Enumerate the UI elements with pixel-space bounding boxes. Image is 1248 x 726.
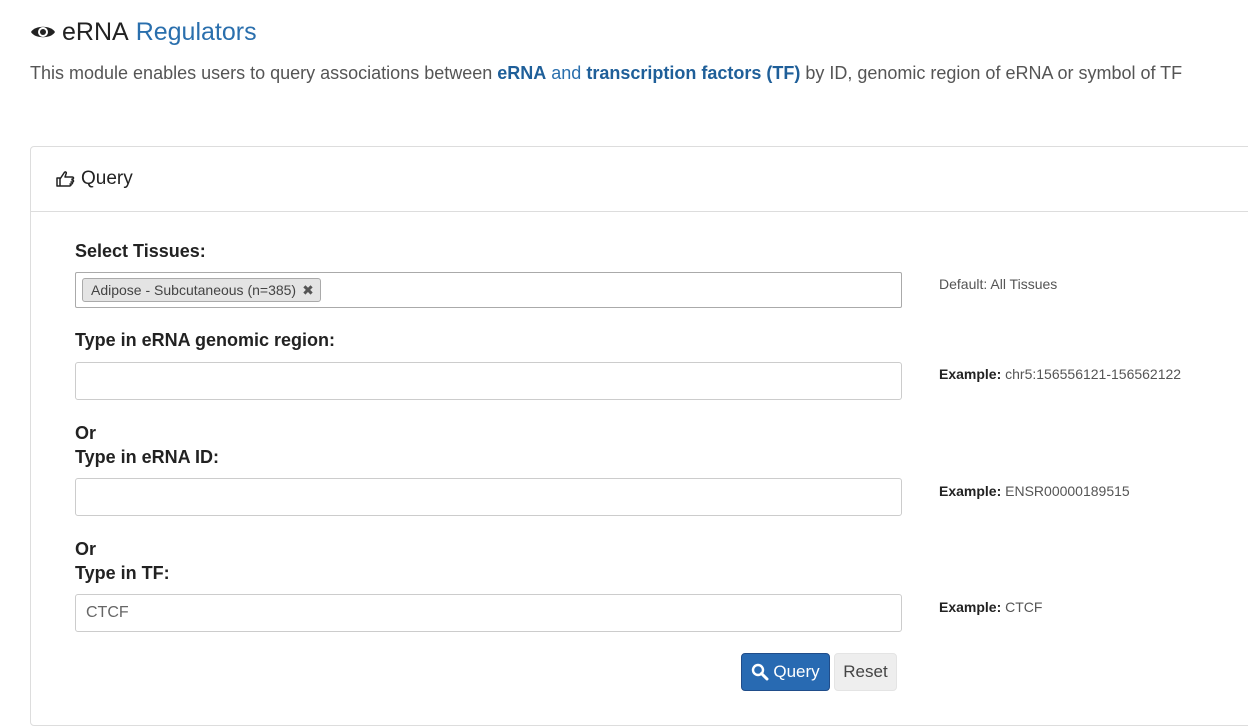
tissue-tag-label: Adipose - Subcutaneous (n=385) — [91, 282, 297, 298]
or-separator-1: Or — [75, 423, 97, 443]
query-panel: Query Select Tissues: Adipose - Subcutan… — [30, 146, 1248, 726]
title-main: eRNA — [62, 18, 129, 46]
erna-id-hint-value: ENSR00000189515 — [1001, 483, 1130, 499]
region-input[interactable] — [75, 362, 902, 400]
description-end: by ID, genomic region of eRNA or symbol … — [800, 63, 1183, 83]
tf-hint-value: CTCF — [1001, 599, 1043, 615]
region-hint-value: chr5:156556121-156562122 — [1001, 366, 1182, 382]
description-text: This module enables users to query assoc… — [30, 63, 498, 83]
remove-tag-icon[interactable]: ✖ — [302, 282, 314, 299]
description-and: and — [546, 63, 587, 83]
eye-icon — [31, 26, 55, 38]
title-accent: Regulators — [135, 18, 257, 46]
reset-button[interactable]: Reset — [834, 653, 897, 691]
page-title: eRNA Regulators — [30, 16, 257, 48]
erna-id-hint: Example: ENSR00000189515 — [939, 482, 1130, 500]
erna-id-hint-label: Example: — [939, 483, 1002, 499]
query-button[interactable]: Query — [741, 653, 830, 691]
page-description: This module enables users to query assoc… — [30, 61, 1182, 85]
erna-link[interactable]: eRNA — [497, 63, 546, 83]
tissues-select[interactable]: Adipose - Subcutaneous (n=385) ✖ — [75, 272, 902, 308]
tissue-tag: Adipose - Subcutaneous (n=385) ✖ — [82, 278, 321, 302]
query-button-label: Query — [773, 662, 820, 681]
tf-input[interactable] — [75, 594, 902, 632]
region-hint: Example: chr5:156556121-156562122 — [939, 365, 1181, 383]
panel-title: Query — [81, 168, 133, 189]
region-hint-label: Example: — [939, 366, 1002, 382]
tissues-hint: Default: All Tissues — [939, 276, 1058, 292]
erna-id-input[interactable] — [75, 478, 902, 516]
erna-id-label: Type in eRNA ID: — [75, 447, 220, 467]
tf-link[interactable]: transcription factors (TF) — [586, 63, 800, 83]
tissues-label: Select Tissues: — [75, 241, 206, 261]
region-label: Type in eRNA genomic region: — [75, 330, 336, 350]
or-separator-2: Or — [75, 539, 97, 559]
search-icon — [752, 663, 769, 681]
panel-heading: Query — [31, 147, 1248, 212]
tf-hint: Example: CTCF — [939, 598, 1042, 616]
tf-hint-label: Example: — [939, 599, 1002, 615]
tf-label: Type in TF: — [75, 563, 170, 583]
hand-pointer-icon — [56, 171, 75, 187]
